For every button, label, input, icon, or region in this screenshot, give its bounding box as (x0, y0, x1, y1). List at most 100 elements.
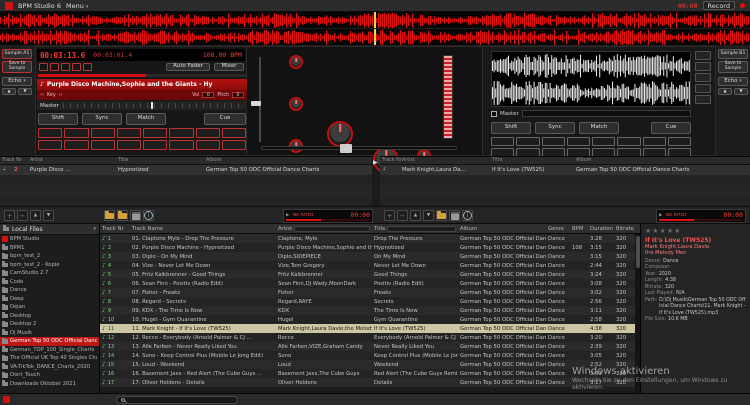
track-info-button[interactable]: i (143, 210, 154, 221)
sync-button-b[interactable]: Sync (535, 122, 575, 134)
hotcue-pad[interactable] (64, 140, 88, 150)
sidebar-item[interactable]: Code (0, 278, 99, 287)
fx-select-b[interactable]: Echo ▾ (718, 77, 748, 86)
table-row[interactable]: ♪13 13. Alle Farben - Never Really Liked… (100, 342, 640, 351)
move-down-button-b[interactable]: ▼ (423, 210, 434, 221)
fx-up-button-a[interactable]: ▲ (2, 88, 16, 95)
title-column-header[interactable]: Title (372, 226, 458, 232)
mini-b-seekbar[interactable] (659, 219, 743, 221)
open-folder-button[interactable] (104, 210, 115, 221)
table-row[interactable]: ♪3 03. Diplo - On My Mind Diplo,SIDEPIEC… (100, 252, 640, 261)
fx-select-a[interactable]: Echo ▾ (2, 77, 32, 86)
sidebar-item[interactable]: bpm_test_2 (0, 252, 99, 261)
title-filter-input[interactable] (387, 226, 456, 232)
sidebar-item[interactable]: Desktop 2 (0, 320, 99, 329)
table-row[interactable]: ♪12 12. Rocco - Everybody (Arnold Palmer… (100, 333, 640, 342)
mini-player-a[interactable]: ▶ No Artist 00:00 (283, 209, 373, 223)
table-row[interactable]: ♪17 17. Oliver Heldens - Details Oliver … (100, 378, 640, 387)
shift-button-b[interactable]: Shift (491, 122, 531, 134)
pitch-value[interactable]: 0 (232, 92, 244, 98)
hotcue-pad[interactable] (516, 137, 539, 146)
open-folder-button-b[interactable] (436, 210, 447, 221)
auto-fader-button[interactable]: Auto Fader (166, 63, 210, 71)
mixer-button[interactable]: Mixer (214, 63, 244, 71)
table-row[interactable]: ♪6 06. Sean Finn - Positiv (Radio Edit) … (100, 279, 640, 288)
hotcue-pad[interactable] (143, 140, 167, 150)
move-up-button-b[interactable]: ▲ (410, 210, 421, 221)
loop-button-icon[interactable] (72, 63, 81, 71)
preview-a-row[interactable]: ♪ 2 Purple Disco ... Hypnotized German T… (0, 165, 372, 175)
hotcue-pad[interactable] (592, 137, 615, 146)
deck-a-seekbar[interactable] (38, 74, 246, 77)
sync-button-a[interactable]: Sync (82, 113, 122, 125)
save-to-sample-b-button[interactable]: Save to Sample (718, 61, 748, 73)
sidebar-item[interactable]: Dance (0, 286, 99, 295)
hotcue-pad[interactable] (91, 140, 115, 150)
table-row[interactable]: ♪4 04. Vize - Never Let Me Down Vize,Tom… (100, 261, 640, 270)
cue-button-icon[interactable] (39, 63, 48, 71)
save-to-sample-a-button[interactable]: Save to Sample (2, 61, 32, 73)
sidebar-item[interactable]: Dj Musik (0, 329, 99, 338)
mini-a-seekbar[interactable] (286, 219, 370, 221)
sidebar-item[interactable]: Desktop (0, 312, 99, 321)
match-button-b[interactable]: Match (579, 122, 619, 134)
add-track-button-b[interactable]: + (384, 210, 395, 221)
new-folder-button[interactable] (117, 210, 128, 221)
crossfader[interactable] (261, 146, 457, 150)
add-track-button[interactable]: + (4, 210, 15, 221)
sidebar-item[interactable]: The Official UK Top 40 Singles Char (0, 354, 99, 363)
hotcue-pad[interactable] (643, 137, 666, 146)
remove-track-button[interactable]: − (17, 210, 28, 221)
table-row[interactable]: ♪8 08. Regard - Secrets Regard,RAYE Secr… (100, 297, 640, 306)
sidebar-item[interactable]: bpm_test_2 - Kopie (0, 261, 99, 270)
sidebar-item[interactable]: CamStudio 2.7 (0, 269, 99, 278)
waveform-deck-a[interactable] (0, 12, 750, 29)
sidebar-item[interactable]: Downloads Oktober 2021 (0, 380, 99, 389)
hotcue-pad[interactable] (169, 140, 193, 150)
reloop-button-icon[interactable] (695, 73, 711, 82)
table-row[interactable]: ♪1 01. Claptone Mylo - Drop The Pressure… (100, 234, 640, 243)
hotcue-pad[interactable] (64, 128, 88, 138)
menu-button[interactable]: Menu ▾ (66, 2, 88, 10)
table-row[interactable]: ♪9 09. KDX - The Time Is Now KDX The Tim… (100, 306, 640, 315)
deck-b-overview-waveform[interactable] (491, 51, 691, 107)
play-icon[interactable]: ▶ (286, 213, 289, 218)
tracklist-header[interactable]: Track Nr Track Name Artist Title Album G… (100, 224, 640, 234)
remove-track-button-b[interactable]: − (397, 210, 408, 221)
sidebar-item[interactable]: German Top 50 ODC Official Dance (0, 337, 99, 346)
hotcue-pad[interactable] (567, 137, 590, 146)
master-checkbox[interactable] (491, 111, 497, 117)
cue-button-b[interactable]: Cue (651, 122, 691, 134)
save-playlist-button-b[interactable] (449, 210, 460, 221)
slip-button-icon[interactable] (695, 95, 711, 104)
sidebar-item[interactable]: Dejan (0, 303, 99, 312)
hotcue-pad[interactable] (222, 128, 246, 138)
hotcue-pad[interactable] (617, 137, 640, 146)
hotcue-pad[interactable] (143, 128, 167, 138)
eq-high-knob-a[interactable] (289, 55, 303, 69)
table-row[interactable]: ♪11 11. Mark Knight - If It's Love (TW52… (100, 324, 640, 333)
search-box[interactable] (116, 396, 238, 404)
hotcue-pad[interactable] (117, 128, 141, 138)
fx-down-button-a[interactable]: ▼ (18, 88, 32, 95)
hotcue-pad[interactable] (91, 128, 115, 138)
hotcue-pad[interactable] (196, 128, 220, 138)
waveform-deck-b[interactable] (0, 29, 750, 46)
hotcue-pad[interactable] (117, 140, 141, 150)
table-row[interactable]: ♪2 02. Purple Disco Machine - Hypnotized… (100, 243, 640, 252)
track-info-button-b[interactable]: i (462, 210, 473, 221)
hotcue-pad[interactable] (196, 140, 220, 150)
match-button-a[interactable]: Match (126, 113, 166, 125)
play-button-icon[interactable] (50, 63, 59, 71)
artist-filter-input[interactable] (294, 226, 370, 232)
hotcue-pad[interactable] (169, 128, 193, 138)
load-to-deck-b-button[interactable]: ▶ (373, 159, 378, 166)
keylock-button-icon[interactable] (695, 84, 711, 93)
table-row[interactable]: ♪14 14. Sono - Keep Control Plus (Mobile… (100, 351, 640, 360)
preview-b-row[interactable]: ♪ Mark Knight,Laura Da... If It's Love (… (380, 165, 750, 175)
table-row[interactable]: ♪16 16. Basement Jaxx - Red Alert (The C… (100, 369, 640, 378)
stop-button-icon[interactable] (61, 63, 70, 71)
sidebar-header[interactable]: Local Files ▾ (0, 224, 99, 235)
rating-stars[interactable]: ★★★★★ (645, 227, 746, 235)
hotcue-pad[interactable] (38, 140, 62, 150)
